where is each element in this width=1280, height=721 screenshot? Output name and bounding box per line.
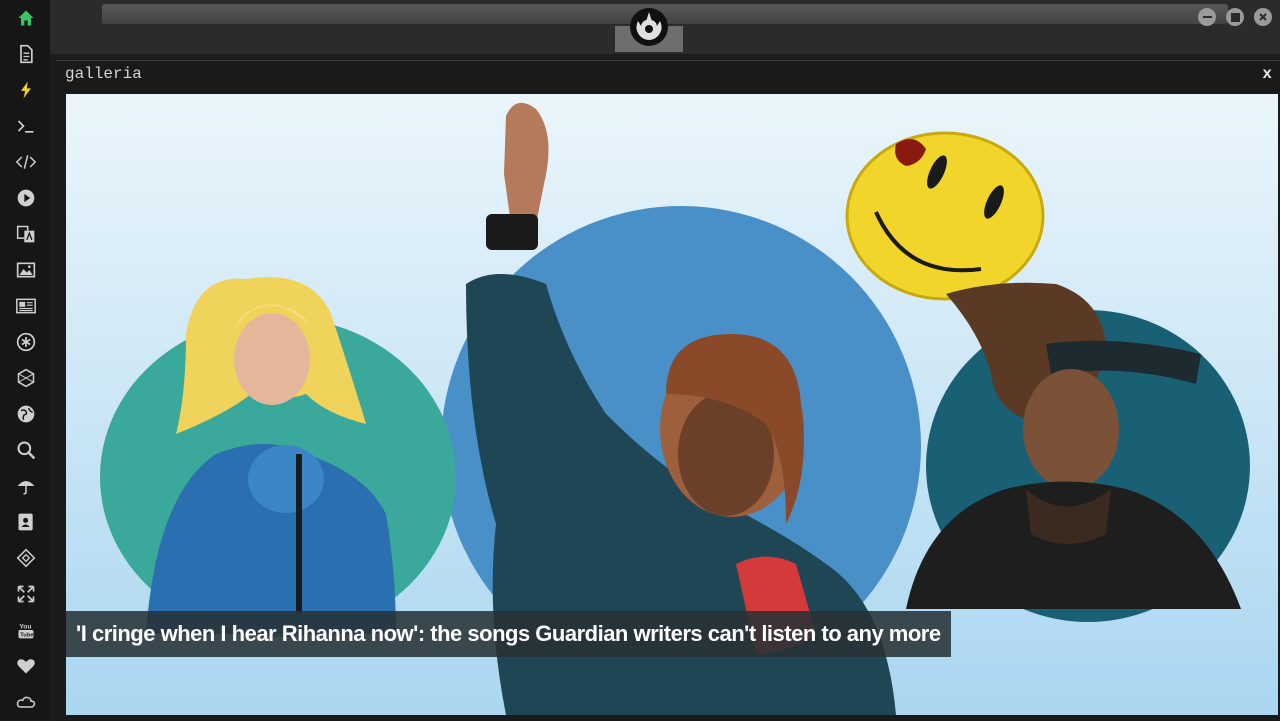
news-icon[interactable] bbox=[14, 294, 38, 318]
code-icon[interactable] bbox=[14, 150, 38, 174]
search-icon[interactable] bbox=[14, 438, 38, 462]
expand-icon[interactable] bbox=[14, 582, 38, 606]
rebel-alliance-logo-icon bbox=[629, 7, 669, 47]
close-window-button[interactable] bbox=[1254, 8, 1272, 26]
gallery-image[interactable]: 'I cringe when I hear Rihanna now': the … bbox=[66, 94, 1278, 715]
hexagon-icon[interactable] bbox=[14, 366, 38, 390]
globe-icon[interactable] bbox=[14, 402, 38, 426]
diamond-icon[interactable] bbox=[14, 546, 38, 570]
lightning-icon[interactable] bbox=[14, 78, 38, 102]
gallery-caption: 'I cringe when I hear Rihanna now': the … bbox=[66, 611, 951, 657]
minimize-button[interactable] bbox=[1198, 8, 1216, 26]
image-icon[interactable] bbox=[14, 258, 38, 282]
panel-close-button[interactable]: x bbox=[1262, 65, 1272, 83]
youtube-icon[interactable]: You Tube bbox=[14, 618, 38, 642]
sidebar: You Tube bbox=[0, 0, 50, 720]
svg-text:You: You bbox=[19, 623, 31, 630]
gallery-panel: galleria x 'I cringe when I hear Rihanna… bbox=[56, 60, 1280, 721]
maximize-button[interactable] bbox=[1226, 8, 1244, 26]
home-icon[interactable] bbox=[14, 6, 38, 30]
translate-icon[interactable] bbox=[14, 222, 38, 246]
svg-text:Tube: Tube bbox=[20, 633, 34, 639]
cloud-icon[interactable] bbox=[14, 690, 38, 714]
contact-icon[interactable] bbox=[14, 510, 38, 534]
document-icon[interactable] bbox=[14, 42, 38, 66]
terminal-icon[interactable] bbox=[14, 114, 38, 138]
umbrella-icon[interactable] bbox=[14, 474, 38, 498]
heart-icon[interactable] bbox=[14, 654, 38, 678]
top-bar bbox=[50, 0, 1280, 54]
panel-title: galleria bbox=[65, 65, 142, 83]
play-icon[interactable] bbox=[14, 186, 38, 210]
asterisk-icon[interactable] bbox=[14, 330, 38, 354]
